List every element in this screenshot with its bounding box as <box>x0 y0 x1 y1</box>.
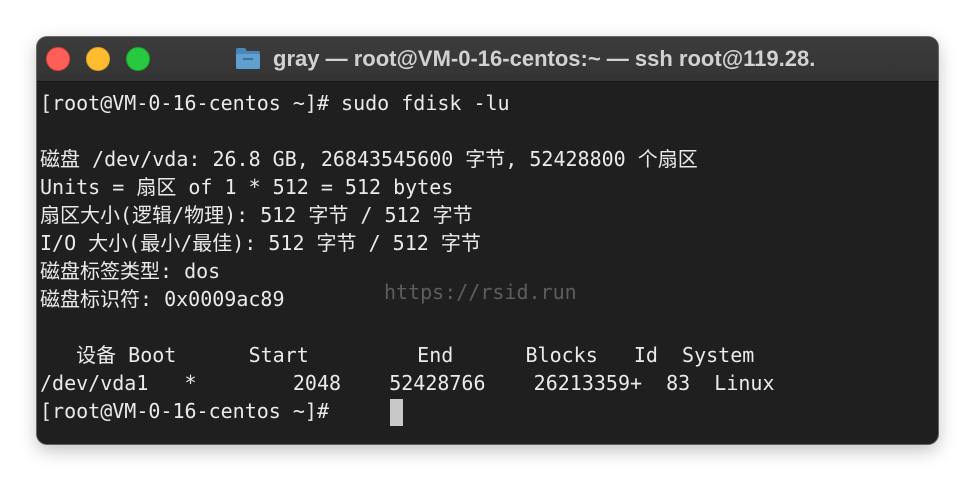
text-cursor <box>390 399 403 426</box>
terminal-line: 磁盘标签类型: dos <box>40 259 221 283</box>
watermark: https://rsid.run <box>384 280 577 304</box>
terminal-window: gray — root@VM-0-16-centos:~ — ssh root@… <box>37 37 938 444</box>
title-bar[interactable]: gray — root@VM-0-16-centos:~ — ssh root@… <box>37 37 938 82</box>
terminal-prompt: [root@VM-0-16-centos ~]# <box>40 399 342 423</box>
window-title: gray — root@VM-0-16-centos:~ — ssh root@… <box>273 46 816 71</box>
terminal-line: 设备 Boot Start End Blocks Id System <box>40 343 755 367</box>
terminal-line: 磁盘标识符: 0x0009ac89 <box>40 287 285 311</box>
terminal-line: /dev/vda1 * 2048 52428766 26213359+ 83 L… <box>40 371 775 395</box>
terminal-line: 扇区大小(逻辑/物理): 512 字节 / 512 字节 <box>40 203 473 227</box>
maximize-button[interactable] <box>126 47 150 71</box>
terminal-line: I/O 大小(最小/最佳): 512 字节 / 512 字节 <box>40 231 481 255</box>
terminal-line: 磁盘 /dev/vda: 26.8 GB, 26843545600 字节, 52… <box>40 147 698 171</box>
minimize-button[interactable] <box>86 47 110 71</box>
terminal-output[interactable]: [root@VM-0-16-centos ~]# sudo fdisk -lu … <box>37 89 938 441</box>
terminal-line: Units = 扇区 of 1 * 512 = 512 bytes <box>40 175 454 199</box>
terminal-line: [root@VM-0-16-centos ~]# sudo fdisk -lu <box>40 91 510 115</box>
folder-icon <box>236 48 260 69</box>
close-button[interactable] <box>46 47 70 71</box>
